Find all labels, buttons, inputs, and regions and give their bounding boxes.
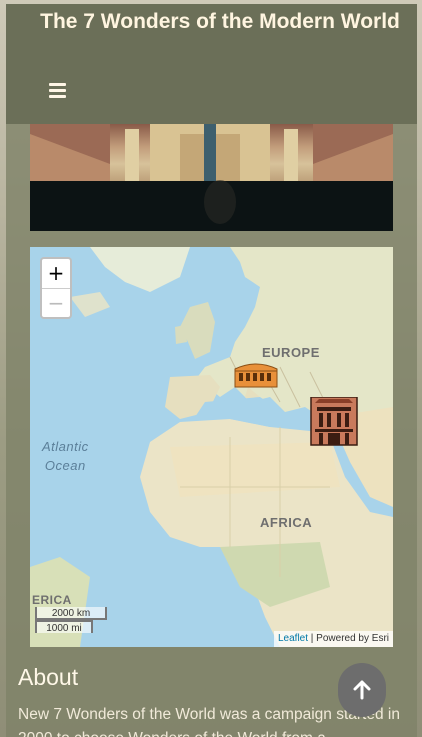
leaflet-link[interactable]: Leaflet	[278, 633, 308, 644]
page: + − EUROPE AFRICA Atlantic Ocean ERICA 2…	[0, 0, 422, 737]
zoom-out-button[interactable]: −	[42, 288, 70, 318]
hamburger-menu-icon[interactable]	[48, 80, 68, 100]
scale-km: 2000 km	[35, 607, 107, 620]
petra-icon	[310, 396, 358, 446]
label-europe: EUROPE	[262, 345, 320, 360]
ocean-line-2: Ocean	[44, 458, 86, 473]
map-attribution: Leaflet | Powered by Esri	[274, 631, 393, 647]
zoom-in-button[interactable]: +	[42, 259, 70, 288]
petra-marker[interactable]	[309, 396, 359, 452]
colosseum-marker[interactable]	[233, 359, 279, 394]
about-heading: About	[18, 664, 79, 690]
hero-graphic	[30, 124, 393, 231]
ocean-line-1: Atlantic	[42, 439, 89, 454]
attribution-text: | Powered by Esri	[308, 633, 389, 644]
hero-image	[30, 124, 393, 231]
label-america-partial: ERICA	[32, 593, 72, 607]
scale-mi: 1000 mi	[35, 620, 93, 634]
scroll-to-top-button[interactable]	[338, 663, 386, 717]
label-africa: AFRICA	[260, 515, 313, 530]
colosseum-icon	[234, 363, 278, 388]
map-scale: 2000 km 1000 mi	[35, 607, 115, 634]
zoom-control: + −	[40, 257, 72, 319]
label-atlantic-ocean: Atlantic Ocean	[42, 437, 89, 475]
arrow-up-icon	[353, 680, 371, 700]
world-map[interactable]: + − EUROPE AFRICA Atlantic Ocean ERICA 2…	[30, 247, 393, 647]
page-title: The 7 Wonders of the Modern World	[40, 10, 400, 33]
